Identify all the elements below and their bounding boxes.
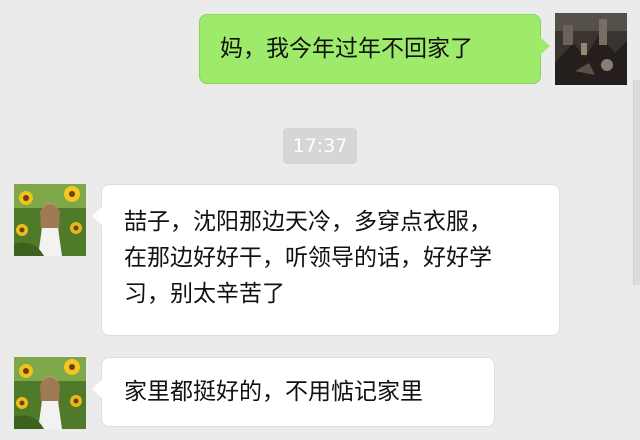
scrollbar[interactable] [633,80,640,285]
bubble-tail [540,37,550,55]
incoming-message-bubble[interactable]: 家里都挺好的，不用惦记家里 [92,357,495,427]
self-avatar[interactable] [555,13,627,85]
incoming-message-bubble[interactable]: 喆子，沈阳那边天冷，多穿点衣服， 在那边好好干，听领导的话，好好学 习，别太辛苦… [92,184,560,336]
contact-avatar[interactable] [14,357,86,429]
message-text-line: 习，别太辛苦了 [124,281,285,307]
bubble-tail [92,207,102,225]
contact-avatar-photo [14,357,86,429]
chat-area[interactable]: 妈，我今年过年不回家了 17:37 喆子，沈阳那边天冷，多穿点衣服， 在那边好好… [0,0,640,440]
contact-avatar[interactable] [14,184,86,256]
message-text: 家里都挺好的，不用惦记家里 [124,379,423,405]
message-text: 妈，我今年过年不回家了 [220,36,473,62]
self-avatar-photo [555,13,627,85]
message-text-line: 喆子，沈阳那边天冷，多穿点衣服， [124,209,492,235]
bubble-tail [92,380,102,398]
contact-avatar-photo [14,184,86,256]
message-text-line: 在那边好好干，听领导的话，好好学 [124,245,492,271]
timestamp-badge: 17:37 [283,128,357,164]
outgoing-message-bubble[interactable]: 妈，我今年过年不回家了 [199,14,550,84]
